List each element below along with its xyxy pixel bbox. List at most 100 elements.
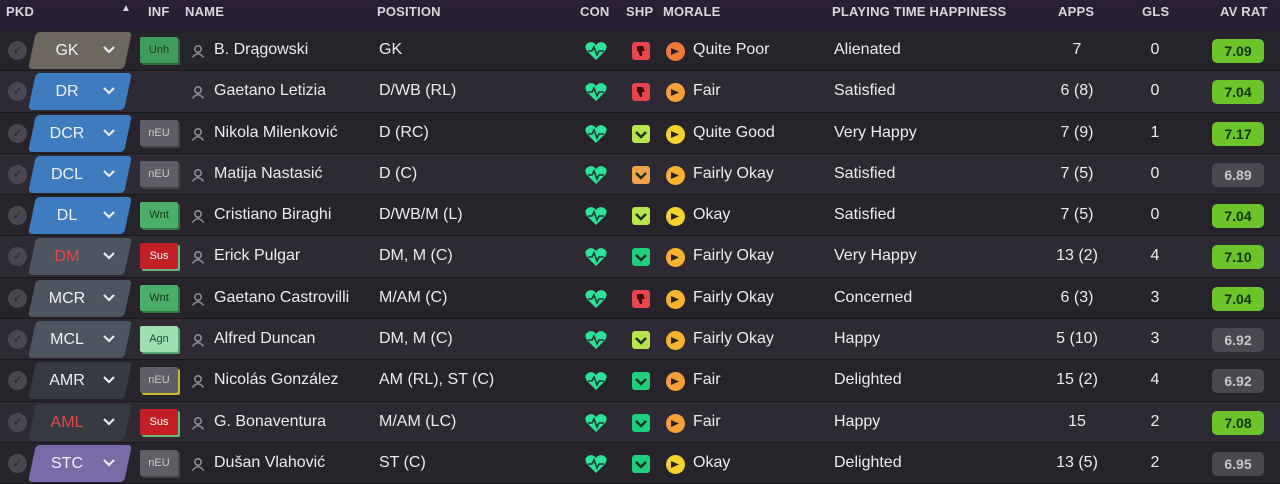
player-name[interactable]: Matija Nastasić	[214, 165, 322, 183]
player-name[interactable]: Alfred Duncan	[214, 330, 315, 348]
header-apps[interactable]: APPS	[1058, 4, 1094, 19]
info-badge[interactable]: Wnt	[140, 284, 178, 311]
chevron-down-icon[interactable]	[100, 331, 118, 347]
header-con[interactable]: CON	[580, 4, 610, 19]
select-check-icon[interactable]: ✓	[8, 206, 27, 226]
table-row[interactable]: ✓ AML Sus G. Bonaventura M/AM (LC) Fair …	[0, 401, 1280, 443]
morale-text: Quite Good	[693, 123, 775, 141]
header-av-rat[interactable]: AV RAT	[1220, 4, 1268, 19]
select-check-icon[interactable]: ✓	[8, 164, 27, 184]
header-gls[interactable]: GLS	[1142, 4, 1169, 19]
check-icon	[632, 165, 650, 184]
person-icon	[191, 127, 205, 141]
info-badge[interactable]: Unh	[140, 37, 178, 63]
table-row[interactable]: ✓ DR Gaetano Letizia D/WB (RL) Fair Sati…	[0, 71, 1280, 113]
morale-arrow-icon	[666, 207, 685, 227]
average-rating-badge: 7.04	[1212, 286, 1264, 311]
header-name[interactable]: NAME	[185, 4, 224, 19]
select-check-icon[interactable]: ✓	[8, 371, 27, 391]
table-row[interactable]: ✓ DL Wnt Cristiano Biraghi D/WB/M (L) Ok…	[0, 195, 1280, 237]
table-row[interactable]: ✓ GK Unh B. Drągowski GK Quite Poor Alie…	[0, 30, 1280, 72]
chevron-down-icon[interactable]	[100, 372, 118, 388]
info-badge[interactable]: nEU	[140, 119, 178, 146]
playing-time-happiness: Satisfied	[834, 82, 896, 100]
appearances: 13 (5)	[1056, 453, 1098, 471]
select-check-icon[interactable]: ✓	[8, 412, 27, 432]
player-name[interactable]: Gaetano Castrovilli	[214, 289, 349, 307]
pkd-position-label: DL	[56, 207, 78, 225]
heart-condition-icon	[584, 412, 608, 434]
info-badge[interactable]: Agn	[140, 326, 178, 353]
playing-time-happiness: Delighted	[834, 453, 902, 471]
header-position[interactable]: POSITION	[377, 4, 441, 19]
morale-text: Quite Poor	[693, 41, 770, 58]
player-position: DM, M (C)	[379, 247, 453, 265]
average-rating-badge: 7.10	[1212, 245, 1264, 270]
chevron-down-icon[interactable]	[100, 414, 118, 430]
player-name[interactable]: Dušan Vlahović	[214, 454, 325, 472]
person-icon	[191, 44, 205, 58]
table-row[interactable]: ✓ DCR nEU Nikola Milenković D (RC) Quite…	[0, 112, 1280, 154]
player-name[interactable]: Nikola Milenković	[214, 124, 338, 142]
info-badge[interactable]: nEU	[140, 367, 178, 394]
header-inf[interactable]: INF	[148, 4, 170, 19]
player-name[interactable]: Nicolás González	[214, 371, 339, 389]
header-playing-time-happiness[interactable]: PLAYING TIME HAPPINESS	[832, 4, 1006, 19]
select-check-icon[interactable]: ✓	[8, 330, 27, 350]
heart-condition-icon	[584, 288, 608, 310]
chevron-down-icon[interactable]	[100, 42, 118, 58]
info-badge[interactable]: nEU	[140, 449, 178, 476]
info-badge[interactable]: Sus	[140, 408, 178, 435]
person-icon	[191, 374, 205, 389]
header-morale[interactable]: MORALE	[663, 4, 721, 19]
header-shp[interactable]: SHP	[626, 4, 653, 19]
select-check-icon[interactable]: ✓	[8, 82, 27, 102]
playing-time-happiness: Happy	[834, 412, 881, 430]
player-name[interactable]: Erick Pulgar	[214, 247, 300, 265]
person-icon	[191, 292, 205, 306]
select-check-icon[interactable]: ✓	[8, 247, 27, 267]
playing-time-happiness: Delighted	[834, 371, 902, 389]
select-check-icon[interactable]: ✓	[8, 288, 27, 308]
chevron-down-icon[interactable]	[100, 83, 118, 99]
player-name[interactable]: B. Drągowski	[214, 41, 308, 59]
heart-condition-icon	[584, 370, 608, 392]
goals: 2	[1150, 412, 1160, 430]
table-row[interactable]: ✓ MCL Agn Alfred Duncan DM, M (C) Fairly…	[0, 319, 1280, 361]
chevron-down-icon[interactable]	[100, 455, 118, 471]
check-icon	[632, 372, 650, 391]
info-badge[interactable]: nEU	[140, 160, 178, 187]
chevron-down-icon[interactable]	[100, 125, 118, 141]
player-name[interactable]: G. Bonaventura	[214, 413, 326, 431]
pkd-position-label: MCR	[48, 289, 86, 307]
player-name[interactable]: Gaetano Letizia	[214, 82, 326, 100]
goals: 3	[1150, 288, 1160, 306]
morale-arrow-icon	[666, 42, 685, 61]
player-position: GK	[379, 41, 403, 58]
table-row[interactable]: ✓ STC nEU Dušan Vlahović ST (C) Okay Del…	[0, 442, 1280, 484]
header-pkd[interactable]: PKD	[6, 4, 34, 19]
table-row[interactable]: ✓ DCL nEU Matija Nastasić D (C) Fairly O…	[0, 153, 1280, 196]
player-position: AM (RL), ST (C)	[379, 371, 495, 389]
chevron-down-icon[interactable]	[100, 248, 118, 264]
check-icon	[632, 124, 650, 143]
table-row[interactable]: ✓ DM Sus Erick Pulgar DM, M (C) Fairly O…	[0, 236, 1280, 278]
select-check-icon[interactable]: ✓	[8, 453, 27, 473]
select-check-icon[interactable]: ✓	[8, 41, 27, 60]
chevron-down-icon[interactable]	[100, 207, 118, 223]
table-row[interactable]: ✓ MCR Wnt Gaetano Castrovilli M/AM (C) F…	[0, 277, 1280, 320]
table-row[interactable]: ✓ AMR nEU Nicolás González AM (RL), ST (…	[0, 360, 1280, 402]
info-badge[interactable]: Sus	[140, 243, 178, 270]
chevron-down-icon[interactable]	[100, 166, 118, 182]
check-icon	[632, 331, 650, 350]
appearances: 7	[1072, 41, 1082, 58]
player-name[interactable]: Cristiano Biraghi	[214, 206, 331, 224]
chevron-down-icon[interactable]	[100, 290, 118, 306]
heart-condition-icon	[584, 246, 608, 268]
person-icon	[191, 250, 205, 265]
playing-time-happiness: Very Happy	[834, 123, 917, 141]
select-check-icon[interactable]: ✓	[8, 123, 27, 143]
morale-text: Fairly Okay	[693, 330, 774, 348]
sort-ascending-icon[interactable]: ▲	[121, 3, 131, 14]
info-badge[interactable]: Wnt	[140, 202, 178, 229]
